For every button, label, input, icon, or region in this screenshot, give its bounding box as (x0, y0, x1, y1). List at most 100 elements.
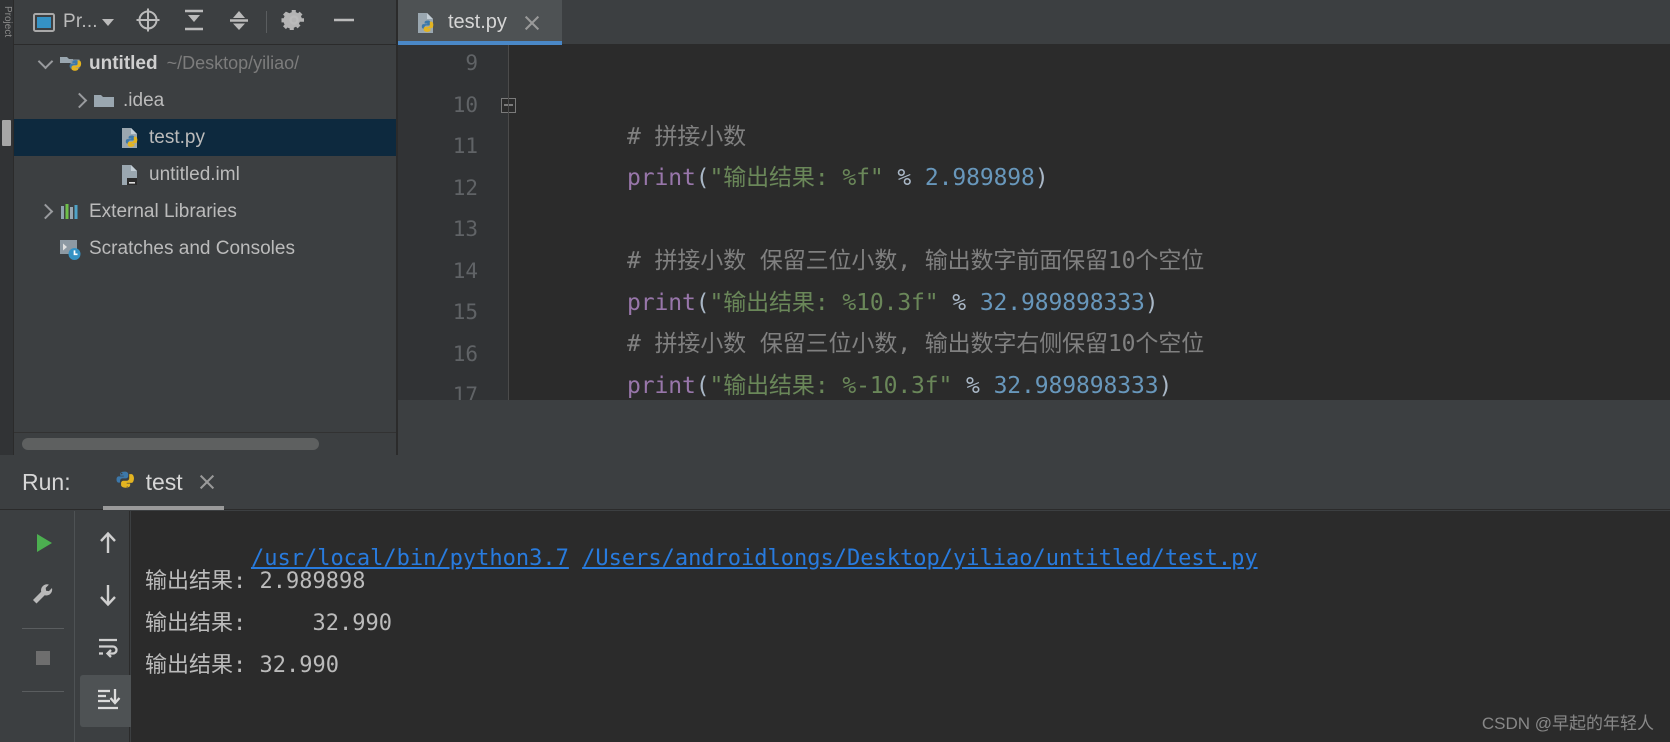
left-strip-scrollbar-thumb[interactable] (2, 120, 11, 146)
run-toolbar (0, 511, 136, 742)
tree-node-label: Scratches and Consoles (89, 237, 295, 259)
stop-button[interactable] (15, 634, 71, 686)
gear-icon (280, 6, 308, 39)
project-settings-button[interactable] (277, 7, 311, 37)
project-scrollbar-thumb[interactable] (22, 438, 319, 450)
hide-panel-button[interactable] (326, 7, 362, 37)
expand-arrow-untitled[interactable] (32, 53, 58, 69)
code-token-operator: % (883, 165, 925, 191)
line-number: 13 (452, 217, 478, 241)
code-token-number: 32.989898333 (993, 373, 1159, 399)
expand-arrow-external-libraries[interactable] (32, 203, 58, 220)
code-token-punct: ( (695, 165, 710, 191)
project-view-selector[interactable]: Pr... (28, 7, 117, 37)
expand-arrow-idea[interactable] (66, 92, 92, 109)
code-token-punct: ( (695, 373, 710, 399)
console-output-line: 输出结果: 32.990 (145, 653, 339, 678)
watermark: CSDN @早起的年轻人 (1481, 714, 1654, 733)
tree-node-label: untitled.iml (149, 163, 240, 185)
run-tab-active-underline (102, 505, 224, 510)
python-file-icon (414, 11, 438, 35)
settings-wrench-button[interactable] (15, 571, 71, 623)
tree-node-label: .idea (123, 89, 165, 111)
tree-node-untitled-iml[interactable]: untitled.iml (14, 156, 396, 193)
editor-code-area[interactable]: # 拼接小数 print("输出结果: %f" % 2.989898) # 拼接… (508, 45, 1670, 455)
expand-all-button[interactable] (177, 7, 211, 37)
locate-target-icon (133, 5, 163, 40)
minus-icon (329, 6, 359, 39)
code-token-string: "输出结果: %f" (709, 165, 884, 191)
toolbar-divider (265, 11, 267, 33)
editor-bottom-strip (398, 400, 1670, 455)
console-output-line: 输出结果: 2.989898 (145, 569, 366, 594)
line-number: 9 (465, 51, 478, 75)
left-tool-strip[interactable]: Project (0, 0, 14, 455)
folder-icon (92, 89, 116, 113)
wrench-icon (28, 580, 58, 615)
soft-wrap-button[interactable] (80, 623, 136, 675)
arrow-down-icon (93, 580, 123, 615)
line-number: 10 (452, 93, 478, 117)
stop-square-icon (28, 643, 58, 678)
console-script-link[interactable]: /Users/androidlongs/Desktop/yiliao/untit… (582, 546, 1258, 571)
scroll-to-end-icon (93, 684, 123, 719)
run-title: Run: (22, 468, 71, 495)
run-console[interactable]: /usr/local/bin/python3.7 /Users/androidl… (131, 511, 1670, 742)
run-tab-test[interactable]: test (102, 455, 224, 510)
python-file-icon (118, 126, 142, 150)
tree-node-scratches-and-consoles[interactable]: Scratches and Consoles (14, 230, 396, 267)
tree-node-label: untitled (89, 52, 158, 74)
line-number: 16 (452, 342, 478, 366)
line-number: 12 (452, 176, 478, 200)
scratches-icon (58, 237, 82, 261)
console-space (569, 546, 582, 571)
close-icon[interactable] (198, 473, 216, 491)
project-tree[interactable]: untitled ~/Desktop/yiliao/ .idea test.py… (14, 45, 396, 432)
tree-node-label: test.py (149, 126, 205, 148)
python-module-icon (58, 52, 82, 76)
editor-tabbar: test.py (398, 0, 1670, 45)
console-output-line: 输出结果: 32.990 (145, 611, 392, 636)
close-icon[interactable] (523, 14, 541, 32)
editor-tab-test-py[interactable]: test.py (398, 0, 562, 45)
line-number: 14 (452, 259, 478, 283)
rerun-button[interactable] (15, 519, 71, 571)
scroll-to-end-button[interactable] (80, 675, 136, 727)
project-toolbar: Pr... (14, 0, 396, 45)
tree-node-idea[interactable]: .idea (14, 82, 396, 119)
project-window-icon (31, 9, 57, 35)
run-toolbar-column-left (11, 511, 75, 742)
code-editor[interactable]: 9 10 11 12 13 14 15 16 17 # 拼接小数 print("… (398, 45, 1670, 455)
arrow-up-icon (93, 528, 123, 563)
run-tool-window: Run: test /usr/local/bin/python3.7 /User… (0, 455, 1670, 742)
code-token-punct: ) (1158, 373, 1173, 399)
tree-node-label: External Libraries (89, 200, 237, 222)
prev-occurrence-button[interactable] (80, 519, 136, 571)
iml-file-icon (118, 163, 142, 187)
tree-node-untitled[interactable]: untitled ~/Desktop/yiliao/ (14, 45, 396, 82)
collapse-all-button[interactable] (222, 7, 256, 37)
tree-node-external-libraries[interactable]: External Libraries (14, 193, 396, 230)
line-number: 11 (452, 134, 478, 158)
toolbar-divider (21, 691, 64, 692)
code-line-11: print("输出结果: %f" % 2.989898) (517, 132, 1049, 218)
project-horizontal-scrollbar[interactable] (14, 432, 396, 455)
chevron-down-icon[interactable] (101, 18, 114, 26)
editor-bottom-gutter (398, 400, 508, 455)
tree-node-path: ~/Desktop/yiliao/ (166, 53, 300, 73)
code-token-string: "输出结果: %-10.3f" (709, 373, 953, 399)
collapse-all-icon (225, 6, 253, 39)
editor-tab-label: test.py (448, 11, 507, 33)
play-icon (28, 528, 58, 563)
next-occurrence-button[interactable] (80, 571, 136, 623)
project-label: Pr... (63, 11, 98, 32)
libraries-icon (58, 200, 82, 224)
code-token-keyword: print (626, 165, 696, 191)
code-token-keyword: print (626, 373, 696, 399)
expand-all-icon (180, 6, 208, 39)
tree-node-test-py[interactable]: test.py (14, 119, 396, 156)
editor-gutter[interactable]: 9 10 11 12 13 14 15 16 17 (398, 45, 516, 455)
locate-target-button[interactable] (130, 7, 166, 37)
line-number: 15 (452, 300, 478, 324)
left-strip-project-label[interactable]: Project (1, 6, 13, 116)
